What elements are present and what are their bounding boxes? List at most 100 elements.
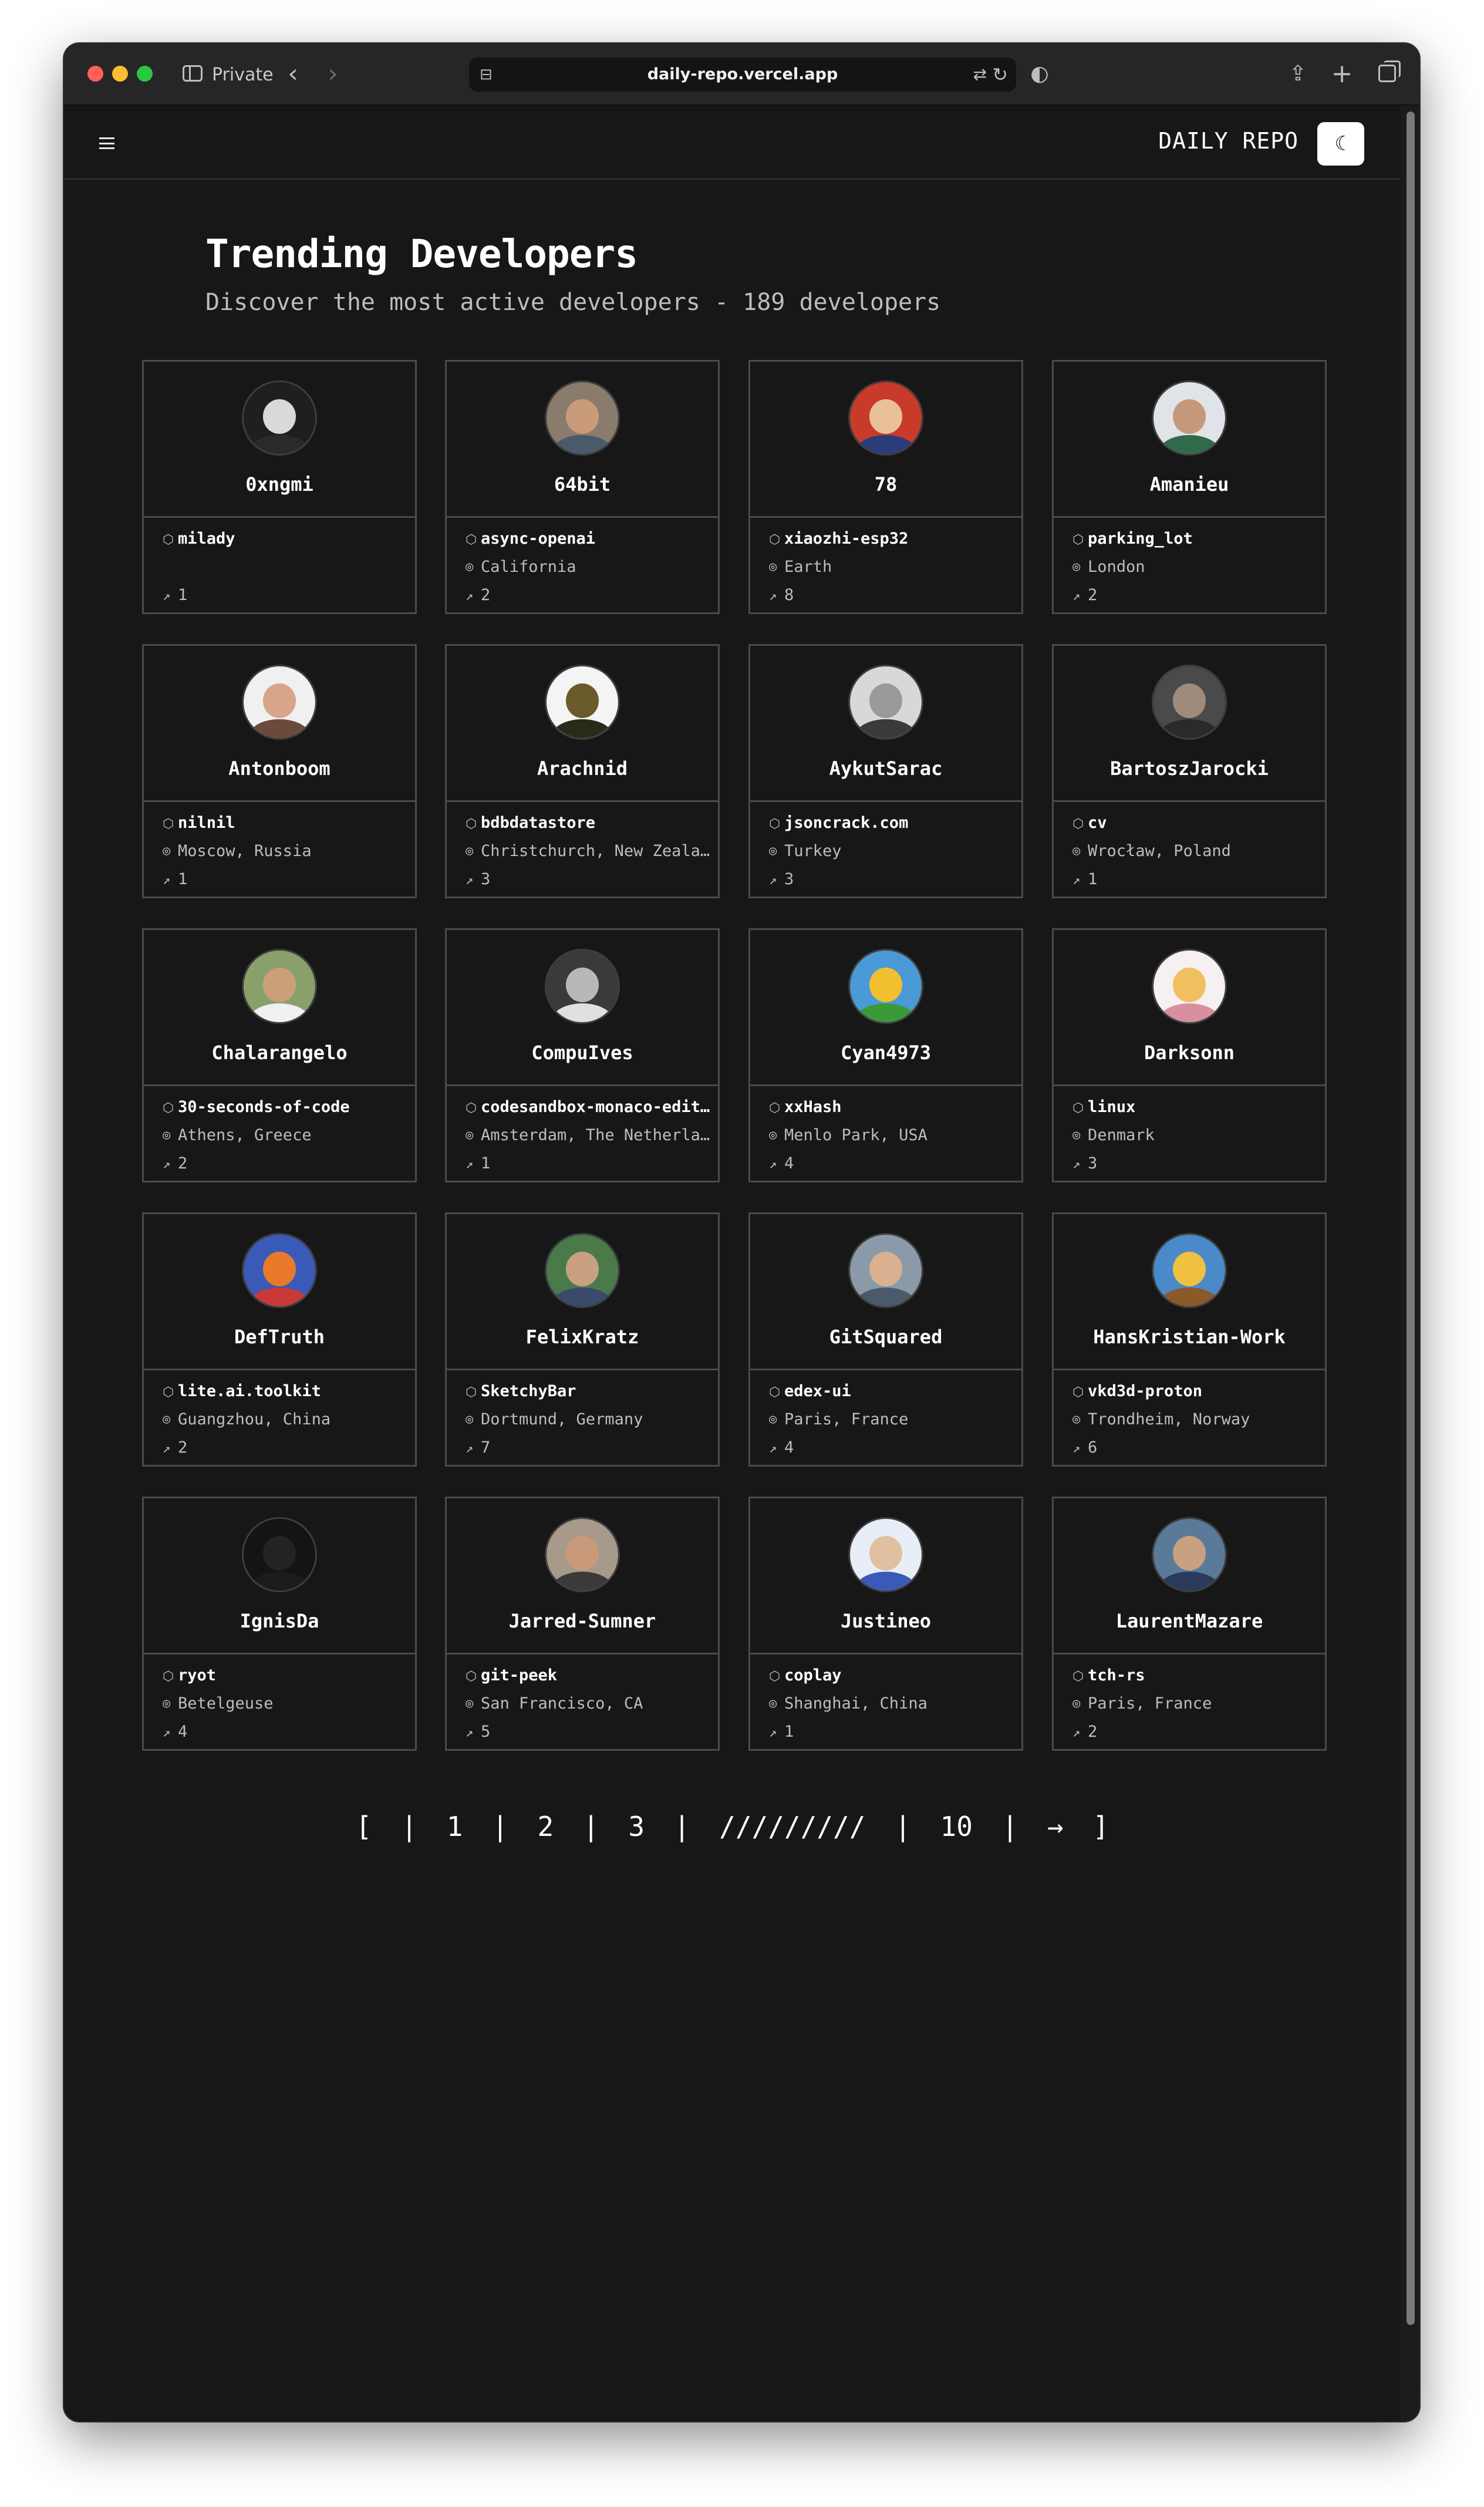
share-icon[interactable]: ⇪ — [1285, 60, 1311, 87]
avatar[interactable] — [242, 1517, 317, 1592]
next-page-button[interactable]: → — [1047, 1811, 1064, 1842]
avatar[interactable] — [242, 1233, 317, 1308]
repo-row[interactable]: ⬡ bdbdatastore — [466, 811, 711, 835]
repo-row[interactable]: ⬡ vkd3d-proton — [1072, 1380, 1318, 1403]
avatar[interactable] — [1152, 1233, 1227, 1308]
developer-card[interactable]: Chalarangelo ⬡ 30-seconds-of-code ⌾ Athens, … — [142, 928, 417, 1182]
minimize-window-button[interactable] — [112, 66, 128, 82]
repo-row[interactable]: ⬡ jsoncrack.com — [769, 811, 1014, 835]
repo-row[interactable]: ⬡ lite.ai.toolkit — [163, 1380, 408, 1403]
reload-icon[interactable]: ↻ — [992, 63, 1008, 86]
developer-card[interactable]: Arachnid ⬡ bdbdatastore ⌾ Christchurch, New … — [445, 644, 720, 898]
theme-toggle-button[interactable]: ☾ — [1317, 122, 1364, 166]
developer-name[interactable]: CompuIves — [447, 1042, 718, 1064]
brand-logo[interactable]: DAILY REPO — [1158, 128, 1298, 154]
developer-card[interactable]: DefTruth ⬡ lite.ai.toolkit ⌾ Guangzhou, Chin… — [142, 1212, 417, 1467]
avatar[interactable] — [242, 949, 317, 1024]
scrollbar-thumb[interactable] — [1407, 112, 1415, 2325]
developer-name[interactable]: 0xngmi — [144, 473, 415, 496]
page-2-button[interactable]: 2 — [538, 1811, 554, 1842]
developer-card[interactable]: GitSquared ⬡ edex-ui ⌾ Paris, France ↗ 4 — [748, 1212, 1023, 1467]
developer-card[interactable]: Antonboom ⬡ nilnil ⌾ Moscow, Russia ↗ 1 — [142, 644, 417, 898]
menu-icon[interactable] — [99, 137, 114, 149]
avatar[interactable] — [848, 949, 923, 1024]
developer-card[interactable]: CompuIves ⬡ codesandbox-monaco-editor ⌾ Amst… — [445, 928, 720, 1182]
avatar[interactable] — [848, 380, 923, 456]
repo-row[interactable]: ⬡ xxHash — [769, 1096, 1014, 1119]
zoom-window-button[interactable] — [137, 66, 153, 82]
avatar[interactable] — [545, 949, 620, 1024]
developer-name[interactable]: DefTruth — [144, 1326, 415, 1348]
repo-row[interactable]: ⬡ 30-seconds-of-code — [163, 1096, 408, 1119]
avatar[interactable] — [848, 1517, 923, 1592]
developer-card[interactable]: AykutSarac ⬡ jsoncrack.com ⌾ Turkey ↗ 3 — [748, 644, 1023, 898]
repo-row[interactable]: ⬡ nilnil — [163, 811, 408, 835]
developer-card[interactable]: BartoszJarocki ⬡ cv ⌾ Wrocław, Poland ↗ 1 — [1052, 644, 1327, 898]
developer-card[interactable]: 0xngmi ⬡ milady ↗ 1 — [142, 360, 417, 614]
developer-name[interactable]: IgnisDa — [144, 1610, 415, 1632]
developer-name[interactable]: Arachnid — [447, 757, 718, 780]
tab-overview-icon[interactable] — [1374, 60, 1401, 87]
developer-card[interactable]: Darksonn ⬡ linux ⌾ Denmark ↗ 3 — [1052, 928, 1327, 1182]
page-3-button[interactable]: 3 — [628, 1811, 645, 1842]
translate-icon[interactable]: ⇄ — [973, 65, 987, 84]
back-arrow-icon[interactable]: ‹ — [281, 59, 305, 89]
new-tab-icon[interactable]: + — [1329, 59, 1355, 89]
avatar[interactable] — [242, 665, 317, 740]
repo-row[interactable]: ⬡ milady — [163, 527, 408, 551]
avatar[interactable] — [1152, 949, 1227, 1024]
avatar[interactable] — [545, 665, 620, 740]
developer-name[interactable]: GitSquared — [750, 1326, 1021, 1348]
developer-name[interactable]: 78 — [750, 473, 1021, 496]
sidebar-toggle-icon[interactable] — [180, 60, 205, 87]
developer-name[interactable]: AykutSarac — [750, 757, 1021, 780]
address-bar[interactable]: ⊟ daily-repo.vercel.app ⇄ ↻ — [469, 58, 1016, 92]
avatar[interactable] — [545, 1517, 620, 1592]
avatar[interactable] — [1152, 1517, 1227, 1592]
developer-name[interactable]: 64bit — [447, 473, 718, 496]
repo-row[interactable]: ⬡ coplay — [769, 1664, 1014, 1687]
developer-card[interactable]: HansKristian-Work ⬡ vkd3d-proton ⌾ Trondheim… — [1052, 1212, 1327, 1467]
developer-card[interactable]: Cyan4973 ⬡ xxHash ⌾ Menlo Park, USA ↗ 4 — [748, 928, 1023, 1182]
page-1-button[interactable]: 1 — [447, 1811, 463, 1842]
avatar[interactable] — [545, 380, 620, 456]
avatar[interactable] — [242, 380, 317, 456]
repo-row[interactable]: ⬡ edex-ui — [769, 1380, 1014, 1403]
close-window-button[interactable] — [87, 66, 103, 82]
developer-card[interactable]: FelixKratz ⬡ SketchyBar ⌾ Dortmund, Germany ↗… — [445, 1212, 720, 1467]
developer-card[interactable]: LaurentMazare ⬡ tch-rs ⌾ Paris, France ↗ 2 — [1052, 1497, 1327, 1751]
repo-row[interactable]: ⬡ tch-rs — [1072, 1664, 1318, 1687]
avatar[interactable] — [848, 1233, 923, 1308]
developer-name[interactable]: Justineo — [750, 1610, 1021, 1632]
developer-name[interactable]: Chalarangelo — [144, 1042, 415, 1064]
developer-name[interactable]: Darksonn — [1054, 1042, 1325, 1064]
developer-name[interactable]: Jarred-Sumner — [447, 1610, 718, 1632]
developer-name[interactable]: Antonboom — [144, 757, 415, 780]
repo-row[interactable]: ⬡ ryot — [163, 1664, 408, 1687]
avatar[interactable] — [848, 665, 923, 740]
developer-name[interactable]: FelixKratz — [447, 1326, 718, 1348]
page-10-button[interactable]: 10 — [940, 1811, 973, 1842]
forward-arrow-icon[interactable]: › — [321, 59, 345, 89]
repo-row[interactable]: ⬡ parking_lot — [1072, 527, 1318, 551]
developer-name[interactable]: Amanieu — [1054, 473, 1325, 496]
developer-card[interactable]: 78 ⬡ xiaozhi-esp32 ⌾ Earth ↗ 8 — [748, 360, 1023, 614]
developer-card[interactable]: Amanieu ⬡ parking_lot ⌾ London ↗ 2 — [1052, 360, 1327, 614]
developer-card[interactable]: Justineo ⬡ coplay ⌾ Shanghai, China ↗ 1 — [748, 1497, 1023, 1751]
repo-row[interactable]: ⬡ git-peek — [466, 1664, 711, 1687]
avatar[interactable] — [545, 1233, 620, 1308]
developer-name[interactable]: BartoszJarocki — [1054, 757, 1325, 780]
developer-card[interactable]: 64bit ⬡ async-openai ⌾ California ↗ 2 — [445, 360, 720, 614]
developer-name[interactable]: HansKristian-Work — [1054, 1326, 1325, 1348]
repo-row[interactable]: ⬡ async-openai — [466, 527, 711, 551]
developer-card[interactable]: IgnisDa ⬡ ryot ⌾ Betelgeuse ↗ 4 — [142, 1497, 417, 1751]
shield-icon[interactable]: ◐ — [1028, 60, 1051, 87]
developer-name[interactable]: LaurentMazare — [1054, 1610, 1325, 1632]
repo-row[interactable]: ⬡ codesandbox-monaco-editor — [466, 1096, 711, 1119]
repo-row[interactable]: ⬡ SketchyBar — [466, 1380, 711, 1403]
repo-row[interactable]: ⬡ xiaozhi-esp32 — [769, 527, 1014, 551]
avatar[interactable] — [1152, 380, 1227, 456]
repo-row[interactable]: ⬡ cv — [1072, 811, 1318, 835]
avatar[interactable] — [1152, 665, 1227, 740]
developer-name[interactable]: Cyan4973 — [750, 1042, 1021, 1064]
